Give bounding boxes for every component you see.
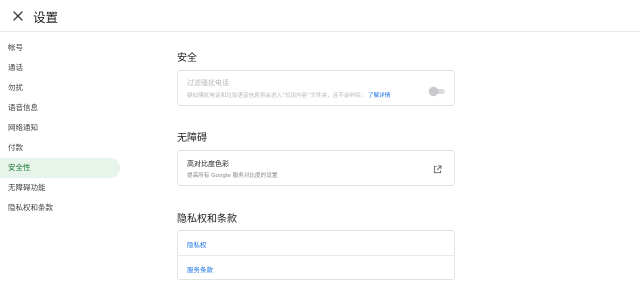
sidebar-item-do-not-disturb[interactable]: 勿扰 xyxy=(0,78,120,98)
privacy-policy-label: 隐私权 xyxy=(187,241,207,249)
settings-sidebar: 帐号 通话 勿扰 语音信息 网络通知 付款 安全性 无障碍功能 隐私权和条款 xyxy=(0,38,120,218)
close-button[interactable] xyxy=(10,8,26,24)
sidebar-item-privacy-terms[interactable]: 隐私权和条款 xyxy=(0,198,120,218)
high-contrast-card[interactable]: 高对比度色彩 提高所有 Google 服务对比度的设置 xyxy=(177,150,455,186)
open-in-new-icon xyxy=(433,165,442,174)
learn-more-link[interactable]: 了解详情 xyxy=(368,93,390,99)
spam-filter-description-text: 疑似骚扰电话和垃圾语音信息将会进入“垃圾内容”文件夹，且不会响铃。 xyxy=(187,93,367,99)
sidebar-item-payments[interactable]: 付款 xyxy=(0,138,120,158)
toggle-thumb xyxy=(429,87,438,96)
spam-filter-card: 过滤骚扰电话 疑似骚扰电话和垃圾语音信息将会进入“垃圾内容”文件夹，且不会响铃。… xyxy=(177,70,455,106)
accessibility-section-title: 无障碍 xyxy=(177,133,207,144)
spam-filter-description: 疑似骚扰电话和垃圾语音信息将会进入“垃圾内容”文件夹，且不会响铃。 了解详情 xyxy=(187,91,390,99)
sidebar-item-web-notifications[interactable]: 网络通知 xyxy=(0,118,120,138)
high-contrast-description: 提高所有 Google 服务对比度的设置 xyxy=(187,173,278,179)
spam-filter-label: 过滤骚扰电话 xyxy=(187,79,229,87)
privacy-section-title: 隐私权和条款 xyxy=(177,214,237,225)
sidebar-item-calls[interactable]: 通话 xyxy=(0,58,120,78)
spam-filter-toggle[interactable] xyxy=(429,87,445,96)
sidebar-item-security[interactable]: 安全性 xyxy=(0,158,120,178)
sidebar-item-account[interactable]: 帐号 xyxy=(0,38,120,58)
privacy-policy-link[interactable]: 隐私权 xyxy=(178,231,454,255)
privacy-links-card: 隐私权 服务条款 xyxy=(177,230,455,280)
high-contrast-label: 高对比度色彩 xyxy=(187,160,229,168)
terms-of-service-label: 服务条款 xyxy=(187,266,213,274)
open-high-contrast-button[interactable] xyxy=(433,165,442,174)
close-icon xyxy=(13,11,23,21)
app-header: 设置 xyxy=(0,0,640,32)
sidebar-item-accessibility[interactable]: 无障碍功能 xyxy=(0,178,120,198)
sidebar-item-voicemail[interactable]: 语音信息 xyxy=(0,98,120,118)
page-title: 设置 xyxy=(33,10,59,25)
security-section-title: 安全 xyxy=(177,53,197,64)
terms-of-service-link[interactable]: 服务条款 xyxy=(178,256,454,280)
